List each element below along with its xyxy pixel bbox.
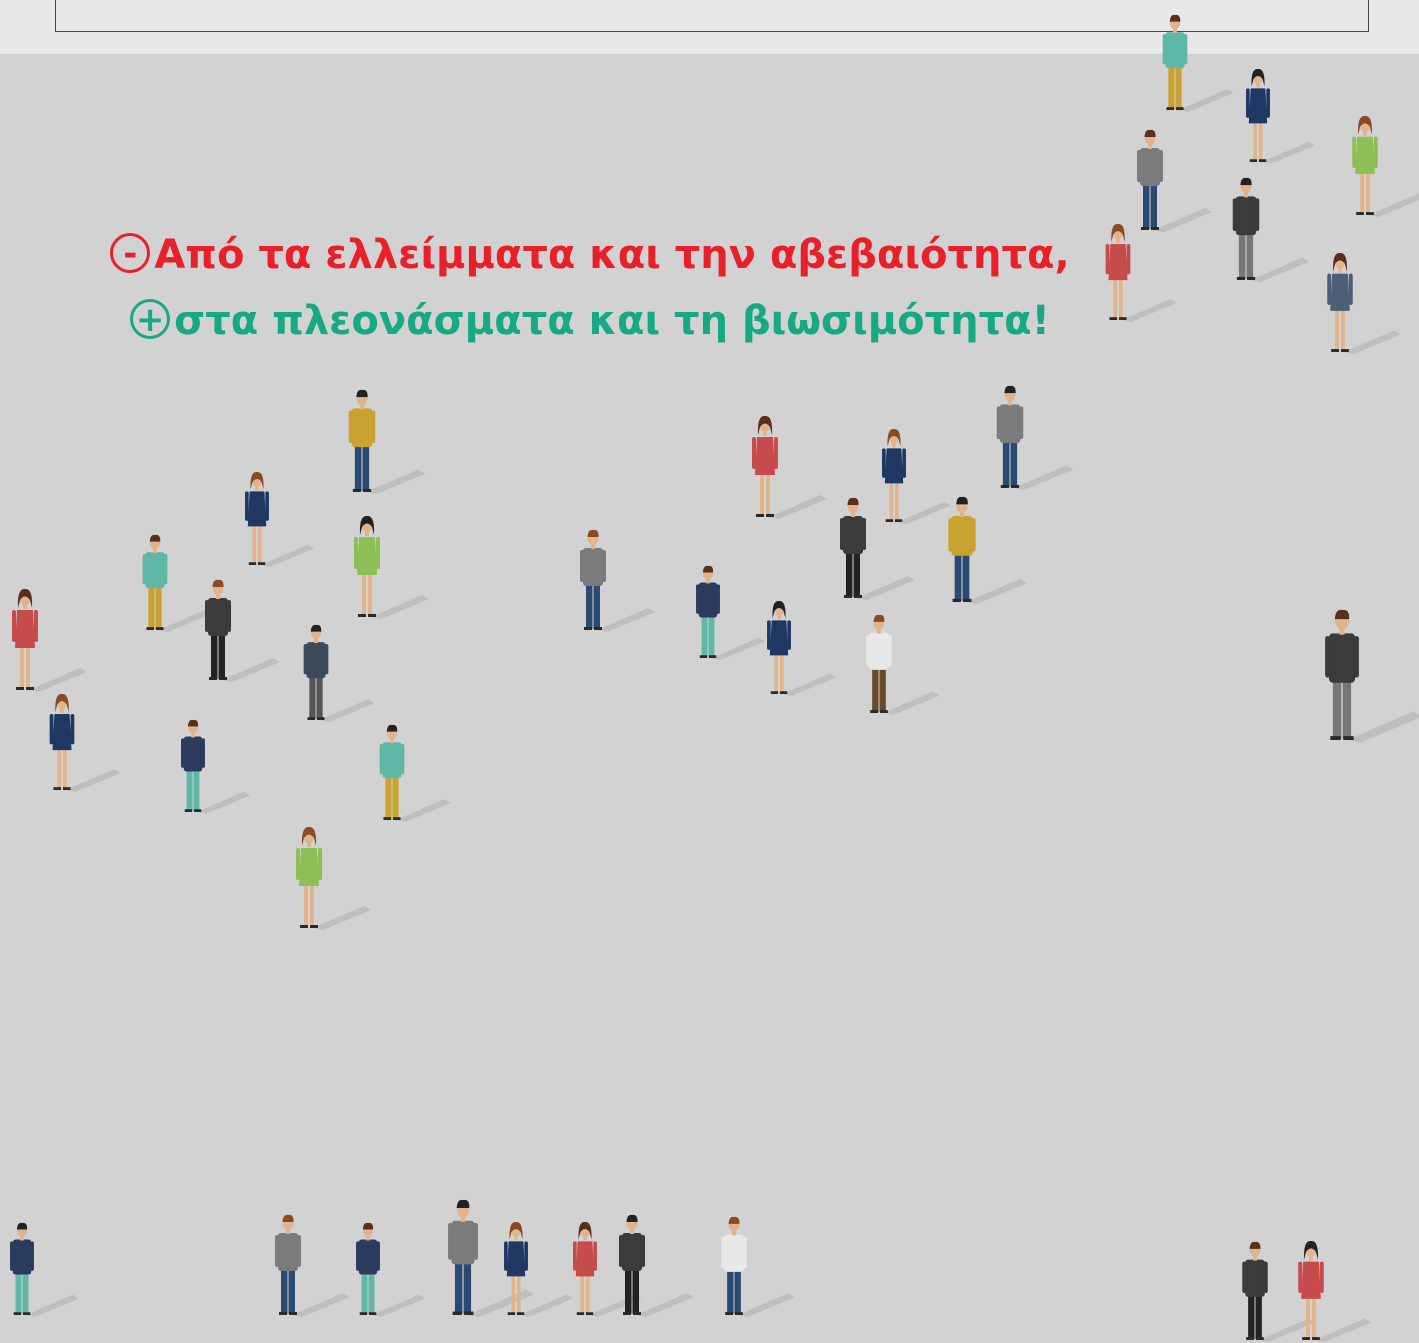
person-figure bbox=[1298, 1240, 1372, 1342]
person-figure bbox=[767, 601, 837, 696]
person-figure bbox=[348, 389, 426, 495]
person-figure bbox=[752, 415, 827, 519]
person-figure bbox=[696, 565, 766, 660]
person-figure bbox=[1327, 252, 1401, 354]
person-figure bbox=[866, 614, 940, 715]
person-figure bbox=[1325, 609, 1419, 743]
person-figure bbox=[1352, 115, 1419, 217]
person-figure bbox=[354, 515, 429, 619]
person-figure bbox=[181, 719, 251, 814]
person-figure bbox=[1162, 14, 1234, 112]
person-figure bbox=[580, 529, 655, 632]
person-figure bbox=[303, 624, 375, 722]
person-figure bbox=[356, 1222, 426, 1317]
person-figure bbox=[10, 1222, 80, 1317]
person-figure bbox=[721, 1216, 795, 1317]
person-figure bbox=[1232, 177, 1310, 283]
crowd-illustration bbox=[10, 14, 1419, 1342]
person-figure bbox=[1246, 69, 1316, 164]
person-figure bbox=[1105, 224, 1177, 322]
person-figure bbox=[840, 497, 915, 600]
person-figure bbox=[619, 1214, 694, 1317]
person-figure bbox=[948, 496, 1028, 605]
person-figure bbox=[142, 534, 214, 632]
person-figure bbox=[504, 1222, 574, 1317]
person-figure bbox=[275, 1214, 350, 1317]
person-figure bbox=[996, 385, 1074, 491]
person-figure bbox=[205, 579, 280, 682]
person-figure bbox=[882, 429, 952, 524]
person-figure bbox=[379, 724, 451, 822]
person-figure bbox=[12, 588, 87, 692]
person-figure bbox=[245, 472, 315, 567]
person-figure bbox=[296, 826, 371, 930]
person-figure bbox=[1137, 129, 1212, 232]
person-figure bbox=[49, 694, 121, 792]
